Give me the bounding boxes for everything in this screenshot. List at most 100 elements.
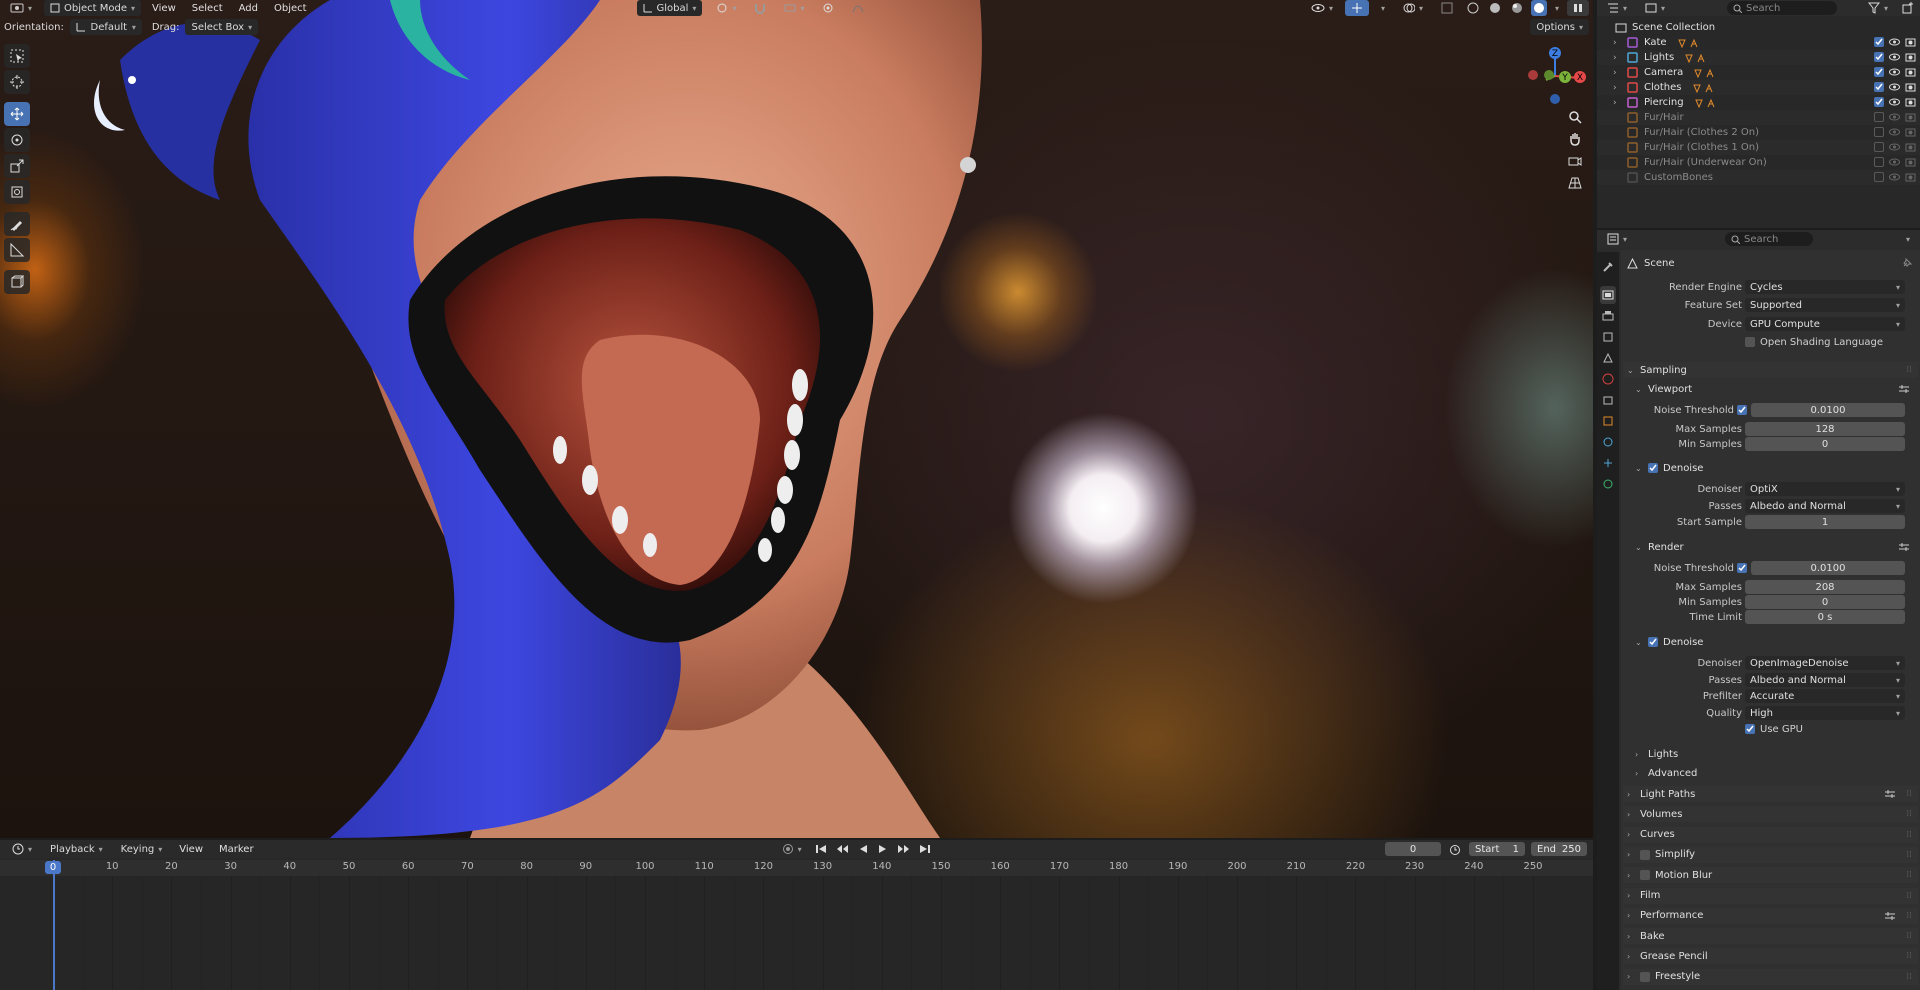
panel-checkbox[interactable] xyxy=(1640,971,1650,982)
viewport-noise-field[interactable]: 0.0100 xyxy=(1751,403,1905,417)
tab-collection[interactable] xyxy=(1600,391,1616,409)
shading-material[interactable] xyxy=(1509,0,1525,16)
eye-icon[interactable] xyxy=(1889,142,1900,152)
pan-button[interactable] xyxy=(1564,130,1586,148)
options-dropdown[interactable]: Options ▾ xyxy=(1530,19,1589,35)
playhead[interactable] xyxy=(53,860,55,990)
viewport-noise-checkbox[interactable] xyxy=(1737,405,1747,415)
render-denoise-checkbox[interactable] xyxy=(1648,637,1658,647)
panel-header[interactable]: › Bake ⁞⁞ xyxy=(1623,928,1918,945)
timeline-editor-type[interactable]: ▾ xyxy=(6,841,38,857)
navigation-gizmo[interactable]: Z X Y xyxy=(1522,44,1588,108)
zoom-button[interactable] xyxy=(1564,108,1586,126)
drag-grip-icon[interactable]: ⁞⁞ xyxy=(1906,789,1912,799)
menu-add[interactable]: Add xyxy=(234,3,263,14)
camera-render-icon[interactable] xyxy=(1905,82,1916,92)
view-object-types-button[interactable]: ▾ xyxy=(1305,0,1339,16)
shading-rendered[interactable] xyxy=(1530,0,1547,16)
move-tool[interactable] xyxy=(4,102,30,126)
properties-search[interactable]: Search xyxy=(1725,232,1814,246)
feature-set-dropdown[interactable]: Supported ▾ xyxy=(1745,298,1905,312)
viewport-min-field[interactable]: 0 xyxy=(1745,437,1905,451)
outliner-row[interactable]: Fur/Hair (Clothes 1 On) xyxy=(1597,140,1920,155)
play-reverse-button[interactable] xyxy=(856,841,870,857)
transform-tool[interactable] xyxy=(4,180,30,204)
panel-checkbox[interactable] xyxy=(1640,849,1650,860)
timeline-view-menu[interactable]: View xyxy=(174,844,208,855)
exclude-checkbox[interactable] xyxy=(1874,172,1884,182)
pivot-point-button[interactable]: ▾ xyxy=(710,0,742,16)
exclude-checkbox[interactable] xyxy=(1874,112,1884,122)
exclude-checkbox[interactable] xyxy=(1874,82,1884,92)
auto-keying-toggle[interactable]: ▾ xyxy=(776,841,808,857)
camera-render-icon[interactable] xyxy=(1905,157,1916,167)
keying-menu[interactable]: Keying ▾ xyxy=(115,841,169,857)
shading-solid[interactable] xyxy=(1487,0,1503,16)
exclude-checkbox[interactable] xyxy=(1874,52,1884,62)
drag-grip-icon[interactable]: ⁞⁞ xyxy=(1906,931,1912,941)
eye-icon[interactable] xyxy=(1889,37,1900,47)
exclude-checkbox[interactable] xyxy=(1874,142,1884,152)
advanced-subpanel-header[interactable]: › Advanced xyxy=(1635,765,1918,781)
render-max-field[interactable]: 208 xyxy=(1745,580,1905,594)
mode-dropdown[interactable]: Object Mode ▾ xyxy=(44,0,142,16)
render-noise-checkbox[interactable] xyxy=(1737,563,1747,573)
exclude-checkbox[interactable] xyxy=(1874,37,1884,47)
menu-object[interactable]: Object xyxy=(269,3,312,14)
rotate-tool[interactable] xyxy=(4,128,30,152)
tab-output[interactable] xyxy=(1600,307,1616,325)
render-passes-dropdown[interactable]: Albedo and Normal ▾ xyxy=(1745,673,1905,687)
panel-header[interactable]: › Simplify ⁞⁞ xyxy=(1623,846,1918,863)
render-denoise-header[interactable]: ⌄ Denoise xyxy=(1635,634,1918,650)
chevron-right-icon[interactable]: › xyxy=(1613,83,1623,93)
marker-menu[interactable]: Marker xyxy=(214,844,259,855)
preview-range-toggle[interactable] xyxy=(1447,841,1463,857)
eye-icon[interactable] xyxy=(1889,157,1900,167)
presets-icon[interactable] xyxy=(1884,911,1896,921)
viewport-passes-dropdown[interactable]: Albedo and Normal ▾ xyxy=(1745,499,1905,513)
outliner-row[interactable]: › Camera xyxy=(1597,65,1920,80)
camera-render-icon[interactable] xyxy=(1905,127,1916,137)
outliner-row[interactable]: Fur/Hair (Underwear On) xyxy=(1597,155,1920,170)
drag-grip-icon[interactable]: ⁞⁞ xyxy=(1906,891,1912,901)
properties-editor[interactable]: ▾ Search ▾ Scene Render Engine Cycles ▾ … xyxy=(1597,230,1920,990)
render-denoiser-dropdown[interactable]: OpenImageDenoise ▾ xyxy=(1745,656,1905,670)
eye-icon[interactable] xyxy=(1889,52,1900,62)
camera-render-icon[interactable] xyxy=(1905,52,1916,62)
camera-render-icon[interactable] xyxy=(1905,112,1916,122)
menu-view[interactable]: View xyxy=(147,3,181,14)
outliner-row[interactable]: Fur/Hair (Clothes 2 On) xyxy=(1597,125,1920,140)
start-frame-field[interactable]: Start 1 xyxy=(1469,842,1525,856)
presets-icon[interactable] xyxy=(1898,384,1910,394)
panel-header[interactable]: › Motion Blur ⁞⁞ xyxy=(1623,867,1918,884)
chevron-right-icon[interactable]: › xyxy=(1613,53,1623,63)
eye-icon[interactable] xyxy=(1889,97,1900,107)
annotate-tool[interactable] xyxy=(4,212,30,236)
end-frame-field[interactable]: End 250 xyxy=(1531,842,1587,856)
panel-header[interactable]: › Volumes ⁞⁞ xyxy=(1623,806,1918,823)
timeline-channels[interactable] xyxy=(0,876,1593,990)
camera-render-icon[interactable] xyxy=(1905,37,1916,47)
eye-icon[interactable] xyxy=(1889,172,1900,182)
tab-scene[interactable] xyxy=(1600,349,1616,367)
tab-constraints[interactable] xyxy=(1600,454,1616,472)
exclude-checkbox[interactable] xyxy=(1874,97,1884,107)
jump-start-button[interactable] xyxy=(814,841,828,857)
outliner-editor-type[interactable]: ▾ xyxy=(1601,0,1633,16)
xray-toggle[interactable] xyxy=(1435,0,1459,16)
3d-viewport[interactable]: ▾ Object Mode ▾ View Select Add Object Gl… xyxy=(0,0,1593,838)
transform-orientation-dropdown[interactable]: Global ▾ xyxy=(636,0,703,16)
render-engine-dropdown[interactable]: Cycles ▾ xyxy=(1745,280,1905,294)
quality-dropdown[interactable]: High ▾ xyxy=(1745,706,1905,720)
tab-world[interactable] xyxy=(1600,370,1616,388)
tab-render[interactable] xyxy=(1600,286,1616,304)
outliner-row[interactable]: › Kate xyxy=(1597,35,1920,50)
viewport-start-field[interactable]: 1 xyxy=(1745,515,1905,529)
viewport-subpanel-header[interactable]: ⌄ Viewport xyxy=(1635,381,1918,397)
pause-render-button[interactable] xyxy=(1567,0,1589,16)
eye-icon[interactable] xyxy=(1889,127,1900,137)
drag-grip-icon[interactable]: ⁞⁞ xyxy=(1906,809,1912,819)
select-box-tool[interactable] xyxy=(4,44,30,68)
presets-icon[interactable] xyxy=(1898,542,1910,552)
display-mode-dropdown[interactable]: ▾ xyxy=(1639,0,1671,16)
